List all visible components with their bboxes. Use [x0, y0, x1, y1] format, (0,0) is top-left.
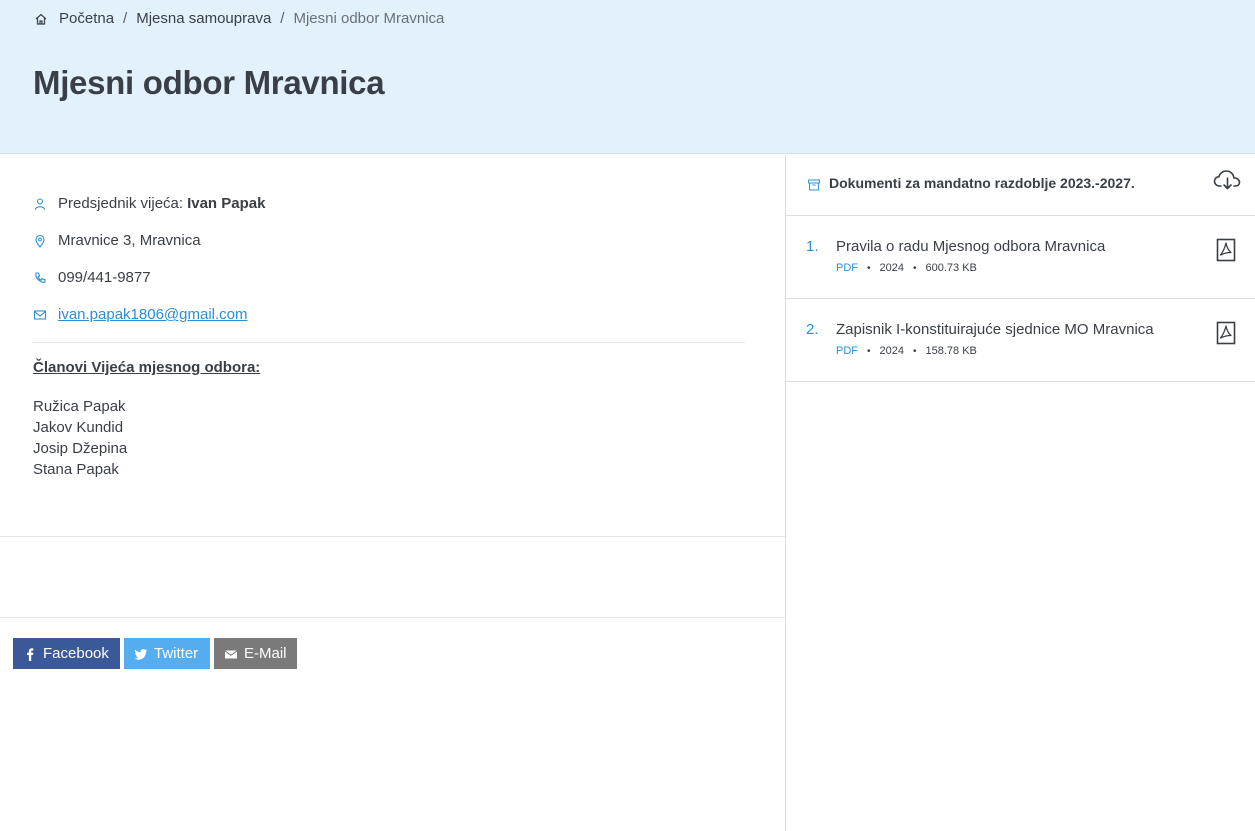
share-buttons: Facebook Twitter E-Mail — [13, 638, 297, 669]
document-size: 600.73 KB — [925, 262, 977, 274]
facebook-share-button[interactable]: Facebook — [13, 638, 120, 669]
documents-header: Dokumenti za mandatno razdoblje 2023.-20… — [786, 155, 1255, 216]
cloud-download-icon[interactable] — [1213, 169, 1242, 191]
president-label: Predsjednik vijeća: — [58, 195, 184, 212]
twitter-label: Twitter — [154, 645, 199, 662]
breadcrumb-separator: / — [280, 10, 285, 27]
main-content: Predsjednik vijeća: Ivan Papak Mravnice … — [0, 155, 785, 831]
phone-icon — [33, 271, 47, 285]
address-row: Mravnice 3, Mravnica — [33, 232, 201, 249]
document-size: 158.78 KB — [925, 345, 977, 357]
breadcrumb-home[interactable]: Početna — [59, 10, 114, 27]
twitter-icon — [134, 647, 148, 661]
document-number: 2. — [806, 321, 819, 338]
document-meta: PDF • 2024 • 158.78 KB — [836, 345, 977, 357]
breadcrumb: Početna / Mjesna samouprava / Mjesni odb… — [34, 10, 444, 27]
document-type: PDF — [836, 345, 858, 357]
member-item: Jakov Kundid — [33, 419, 124, 436]
email-link[interactable]: ivan.papak1806@gmail.com — [58, 306, 248, 323]
twitter-share-button[interactable]: Twitter — [124, 638, 210, 669]
president-name: Ivan Papak — [187, 195, 266, 212]
member-item: Stana Papak — [33, 461, 119, 478]
member-item: Ružica Papak — [33, 398, 126, 415]
document-item[interactable]: 2. Zapisnik I-konstituirajuće sjednice M… — [786, 299, 1255, 382]
archive-icon — [808, 178, 820, 191]
members-list: Ružica Papak Jakov Kundid Josip Džepina … — [33, 396, 127, 480]
envelope-icon — [224, 647, 238, 661]
map-pin-icon — [33, 234, 47, 248]
breadcrumb-parent[interactable]: Mjesna samouprava — [136, 10, 271, 27]
meta-separator: • — [867, 345, 871, 357]
facebook-label: Facebook — [43, 645, 109, 662]
members-title: Članovi Vijeća mjesnog odbora: — [33, 359, 261, 376]
facebook-icon — [23, 647, 37, 661]
address-text: Mravnice 3, Mravnica — [58, 232, 201, 249]
home-icon[interactable] — [34, 12, 48, 26]
divider — [33, 342, 745, 343]
email-share-label: E-Mail — [244, 645, 287, 662]
page-title: Mjesni odbor Mravnica — [33, 64, 385, 101]
meta-separator: • — [913, 262, 917, 274]
document-number: 1. — [806, 238, 819, 255]
document-year: 2024 — [879, 262, 904, 274]
document-item[interactable]: 1. Pravila o radu Mjesnog odbora Mravnic… — [786, 216, 1255, 299]
documents-sidebar: Dokumenti za mandatno razdoblje 2023.-20… — [785, 155, 1255, 831]
document-year: 2024 — [879, 345, 904, 357]
breadcrumb-separator: / — [123, 10, 128, 27]
page-header: Početna / Mjesna samouprava / Mjesni odb… — [0, 0, 1255, 154]
document-type: PDF — [836, 262, 858, 274]
pdf-icon[interactable] — [1216, 238, 1236, 262]
phone-text: 099/441-9877 — [58, 269, 151, 286]
divider — [0, 536, 785, 537]
meta-separator: • — [913, 345, 917, 357]
user-icon — [33, 197, 47, 211]
email-row: ivan.papak1806@gmail.com — [33, 306, 248, 323]
mail-icon — [33, 308, 47, 322]
breadcrumb-current: Mjesni odbor Mravnica — [293, 10, 445, 27]
member-item: Josip Džepina — [33, 440, 128, 457]
pdf-icon[interactable] — [1216, 321, 1236, 345]
meta-separator: • — [867, 262, 871, 274]
document-title[interactable]: Zapisnik I-konstituirajuće sjednice MO M… — [836, 321, 1154, 338]
document-meta: PDF • 2024 • 600.73 KB — [836, 262, 977, 274]
email-share-button[interactable]: E-Mail — [214, 638, 297, 669]
document-title[interactable]: Pravila o radu Mjesnog odbora Mravnica — [836, 238, 1105, 255]
documents-title: Dokumenti za mandatno razdoblje 2023.-20… — [829, 175, 1135, 191]
divider — [0, 617, 785, 618]
president-row: Predsjednik vijeća: Ivan Papak — [33, 195, 265, 212]
phone-row: 099/441-9877 — [33, 269, 151, 286]
